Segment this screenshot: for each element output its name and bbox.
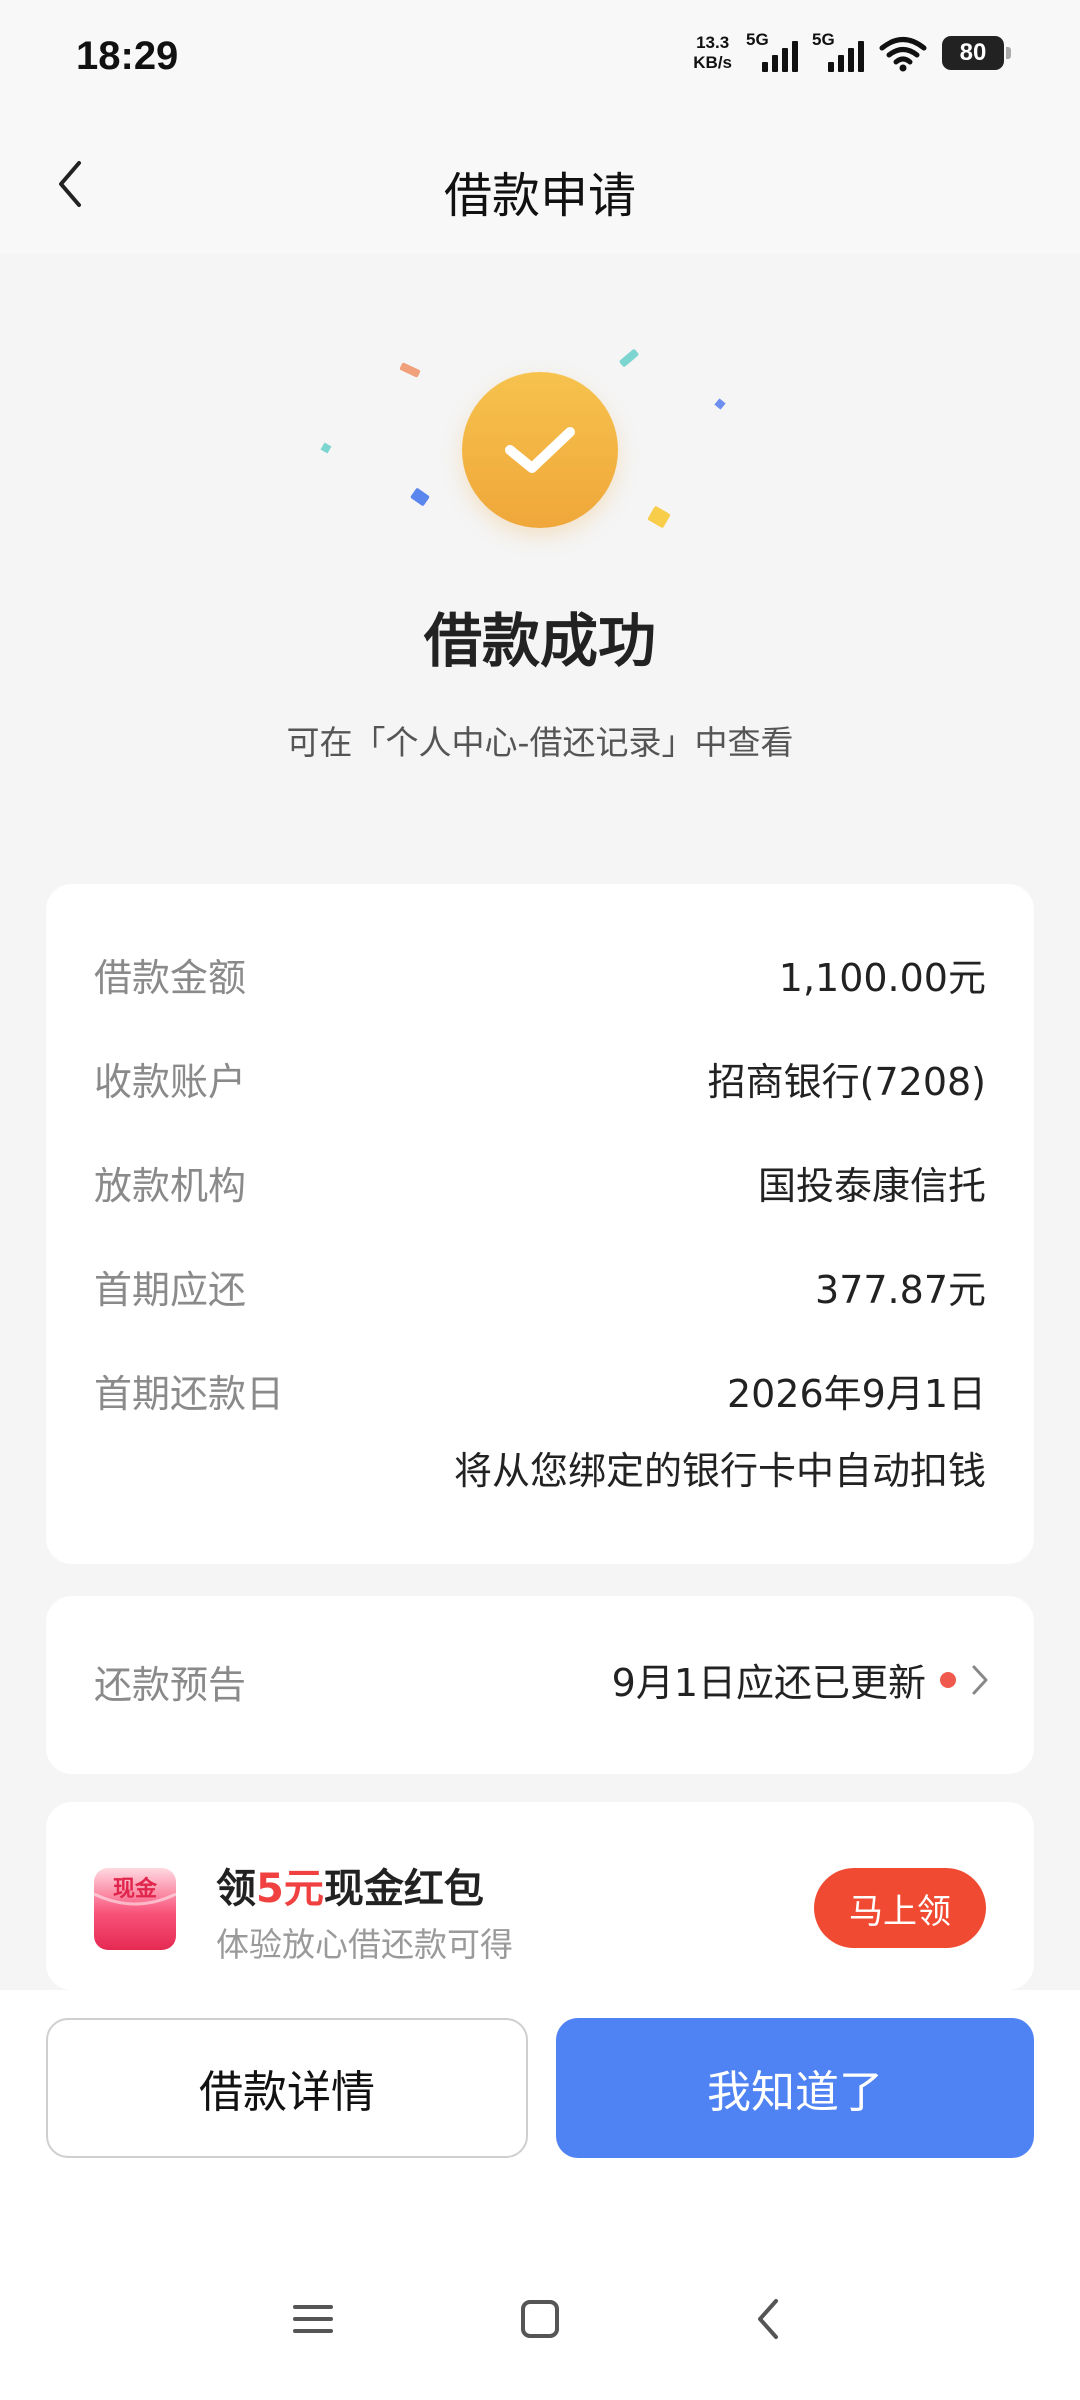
promo-title-suffix: 现金红包 <box>323 1866 484 1912</box>
success-check-icon <box>462 372 618 528</box>
detail-value: 2026年9月1日 <box>726 1371 986 1416</box>
network-speed: 13.3 KB/s <box>693 33 732 73</box>
confetti-icon <box>714 398 726 410</box>
loan-details-button[interactable]: 借款详情 <box>46 2018 528 2158</box>
red-packet-icon-text: 现金 <box>113 1876 158 1902</box>
status-time: 18:29 <box>76 34 179 78</box>
system-back-button[interactable] <box>722 2274 812 2364</box>
detail-label: 借款金额 <box>94 955 247 1000</box>
confetti-icon <box>619 349 639 367</box>
confetti-icon <box>399 362 421 378</box>
back-triangle-icon <box>758 2299 778 2339</box>
detail-value: 1,100.00元 <box>778 955 986 1000</box>
home-button[interactable] <box>495 2274 585 2364</box>
detail-row-lender: 放款机构 国投泰康信托 <box>94 1152 986 1212</box>
promo-title-highlight: 5元 <box>256 1866 324 1912</box>
detail-label: 收款账户 <box>94 1059 247 1104</box>
detail-row-amount: 借款金额 1,100.00元 <box>94 944 986 1004</box>
page-title: 借款申请 <box>443 168 636 224</box>
red-packet-promo-card: 现金 领5元现金红包 体验放心借还款可得 马上领 <box>46 1802 1034 1990</box>
confetti-icon <box>410 488 430 506</box>
auto-debit-note: 将从您绑定的银行卡中自动扣钱 <box>453 1449 986 1493</box>
loan-details-card: 借款金额 1,100.00元 收款账户 招商银行(7208) 放款机构 国投泰康… <box>46 884 1034 1564</box>
system-navigation-bar <box>0 2274 1080 2364</box>
detail-label: 首期还款日 <box>94 1371 285 1416</box>
detail-label: 首期应还 <box>94 1267 247 1312</box>
success-hero: 借款成功 可在「个人中心-借还记录」中查看 <box>0 254 1080 814</box>
red-packet-icon: 现金 <box>93 1868 177 1950</box>
status-icons: 13.3 KB/s 5G 5G 80 <box>693 30 1011 76</box>
detail-label: 放款机构 <box>94 1163 247 1208</box>
battery-icon: 80 <box>942 36 1011 70</box>
confetti-icon <box>647 506 671 528</box>
wifi-icon <box>879 37 927 72</box>
menu-button[interactable] <box>268 2274 358 2364</box>
repayment-notice-label: 还款预告 <box>94 1663 247 1707</box>
home-square-icon <box>521 2300 559 2338</box>
detail-value: 377.87元 <box>815 1267 986 1312</box>
screen: 18:29 13.3 KB/s 5G 5G 80 借款申请 借款成功 可在「个人… <box>0 0 1080 2400</box>
promo-title: 领5元现金红包 <box>216 1856 484 1914</box>
signal-1-icon: 5G <box>746 30 798 76</box>
success-subtitle: 可在「个人中心-借还记录」中查看 <box>286 723 794 762</box>
status-bar: 18:29 13.3 KB/s 5G 5G 80 <box>0 0 1080 118</box>
repayment-notice-link[interactable]: 9月1日应还已更新 <box>612 1652 990 1707</box>
promo-subtitle: 体验放心借还款可得 <box>216 1925 513 1964</box>
chevron-right-icon <box>972 1665 988 1694</box>
detail-row-first-due-date: 首期还款日 2026年9月1日 <box>94 1360 986 1420</box>
got-it-button[interactable]: 我知道了 <box>556 2018 1034 2158</box>
nav-bar: 借款申请 <box>0 118 1080 254</box>
network-speed-value: 13.3 <box>696 33 730 52</box>
claim-now-button[interactable]: 马上领 <box>814 1868 986 1948</box>
repayment-notice-value: 9月1日应还已更新 <box>611 1661 926 1705</box>
network-speed-unit: KB/s <box>693 53 732 72</box>
menu-icon <box>293 2305 333 2333</box>
repayment-notice-card[interactable]: 还款预告 9月1日应还已更新 <box>46 1596 1034 1774</box>
promo-title-prefix: 领 <box>216 1866 256 1912</box>
detail-value: 招商银行(7208) <box>707 1059 986 1104</box>
confetti-icon <box>320 442 332 454</box>
detail-row-first-payment: 首期应还 377.87元 <box>94 1256 986 1316</box>
detail-value: 国投泰康信托 <box>757 1163 986 1208</box>
success-title: 借款成功 <box>423 607 656 675</box>
unread-dot-icon <box>940 1671 956 1688</box>
signal-2-icon: 5G <box>812 30 864 76</box>
bottom-action-area: 借款详情 我知道了 <box>0 1990 1080 2400</box>
detail-row-account: 收款账户 招商银行(7208) <box>94 1048 986 1108</box>
